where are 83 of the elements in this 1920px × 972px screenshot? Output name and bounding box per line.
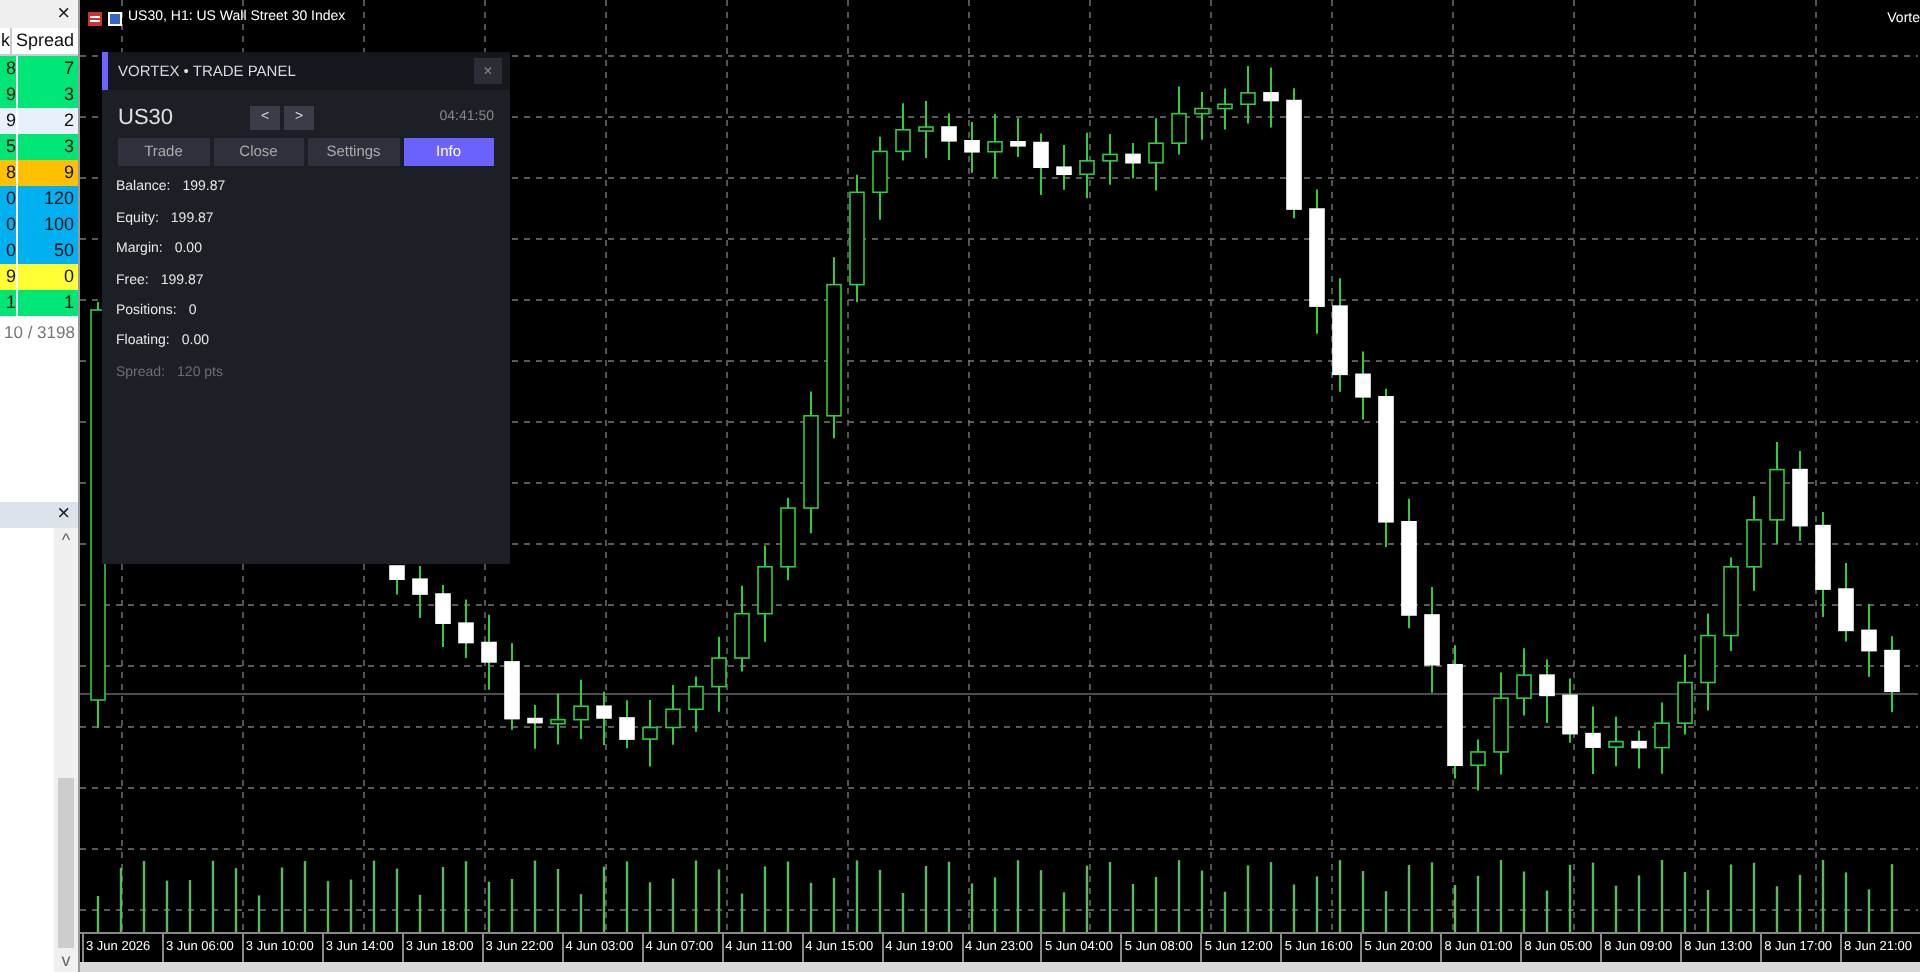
candle [504, 642, 520, 731]
symbol-row[interactable]: 9 3 [0, 82, 78, 108]
symbol-label: US30 [118, 103, 176, 134]
candle [1401, 497, 1417, 630]
candle [389, 565, 405, 596]
candle [941, 112, 957, 161]
candle [711, 635, 727, 713]
candle [458, 598, 474, 659]
candle [1263, 66, 1279, 129]
candle [1654, 701, 1670, 775]
symbol-row[interactable]: 5 3 [0, 134, 78, 160]
symbol-row[interactable]: 9 0 [0, 264, 78, 290]
candle [1815, 510, 1831, 618]
chart-type-icon[interactable] [88, 11, 124, 26]
candle [481, 613, 497, 691]
candle [1033, 132, 1049, 197]
candle [1171, 85, 1187, 156]
candle [1217, 87, 1233, 131]
candle [1102, 133, 1118, 186]
symbol-row[interactable]: 8 9 [0, 160, 78, 186]
candle [1079, 131, 1095, 200]
candle [1424, 586, 1440, 694]
candle [412, 565, 428, 619]
symbol-row[interactable]: 9 2 [0, 108, 78, 134]
candle [435, 583, 451, 649]
symbol-row[interactable]: 8 7 [0, 56, 78, 82]
candle [1769, 440, 1785, 545]
candle [1148, 117, 1164, 192]
candle [964, 121, 980, 174]
column-header[interactable]: Spread [11, 27, 78, 55]
candle [642, 699, 658, 768]
candle [918, 100, 934, 159]
candle [1608, 715, 1624, 768]
candle [1125, 142, 1141, 180]
candle [1700, 612, 1716, 712]
candle [665, 684, 681, 746]
scroll-down-arrow[interactable]: v [61, 948, 71, 972]
close-button[interactable]: × [57, 3, 70, 25]
candle [1056, 144, 1072, 191]
candle [1470, 738, 1486, 792]
close-button[interactable]: × [57, 504, 70, 526]
candle [849, 173, 865, 303]
candle [1861, 602, 1877, 678]
candle [757, 544, 773, 643]
candle [987, 113, 1003, 179]
candle [1332, 277, 1348, 393]
candle [1355, 350, 1371, 421]
candle [1447, 644, 1463, 780]
candle [1585, 705, 1601, 776]
candle [1677, 653, 1693, 736]
candle [1723, 556, 1739, 652]
scrollbar[interactable]: ^ v [54, 528, 78, 972]
symbol-row[interactable]: 0 50 [0, 238, 78, 264]
close-button[interactable]: × [474, 58, 502, 84]
candle [688, 675, 704, 733]
candle [1010, 117, 1026, 159]
candle [1562, 677, 1578, 744]
symbol-count: 10 / 3198 [2, 320, 77, 346]
candle [1746, 495, 1762, 592]
candle [1884, 635, 1900, 714]
symbol-row[interactable]: 0 100 [0, 212, 78, 238]
candle [1631, 729, 1647, 770]
candle [734, 584, 750, 673]
candle [596, 690, 612, 746]
candle [1194, 90, 1210, 141]
candle [872, 135, 888, 221]
column-header[interactable]: k [0, 27, 12, 55]
symbol-row[interactable]: 0 120 [0, 186, 78, 212]
candle [1286, 87, 1302, 220]
candle [895, 102, 911, 162]
candle [1838, 562, 1854, 643]
candle [527, 704, 543, 750]
candle [550, 692, 566, 746]
candle [780, 496, 796, 582]
candle [1493, 671, 1509, 776]
candle [1539, 658, 1555, 724]
scroll-up-arrow[interactable]: ^ [61, 528, 71, 552]
candle [1516, 647, 1532, 717]
candle [573, 678, 589, 740]
candle [619, 699, 635, 750]
candle [1240, 65, 1256, 125]
symbol-row[interactable]: 1 1 [0, 290, 78, 316]
candle [1792, 450, 1808, 543]
